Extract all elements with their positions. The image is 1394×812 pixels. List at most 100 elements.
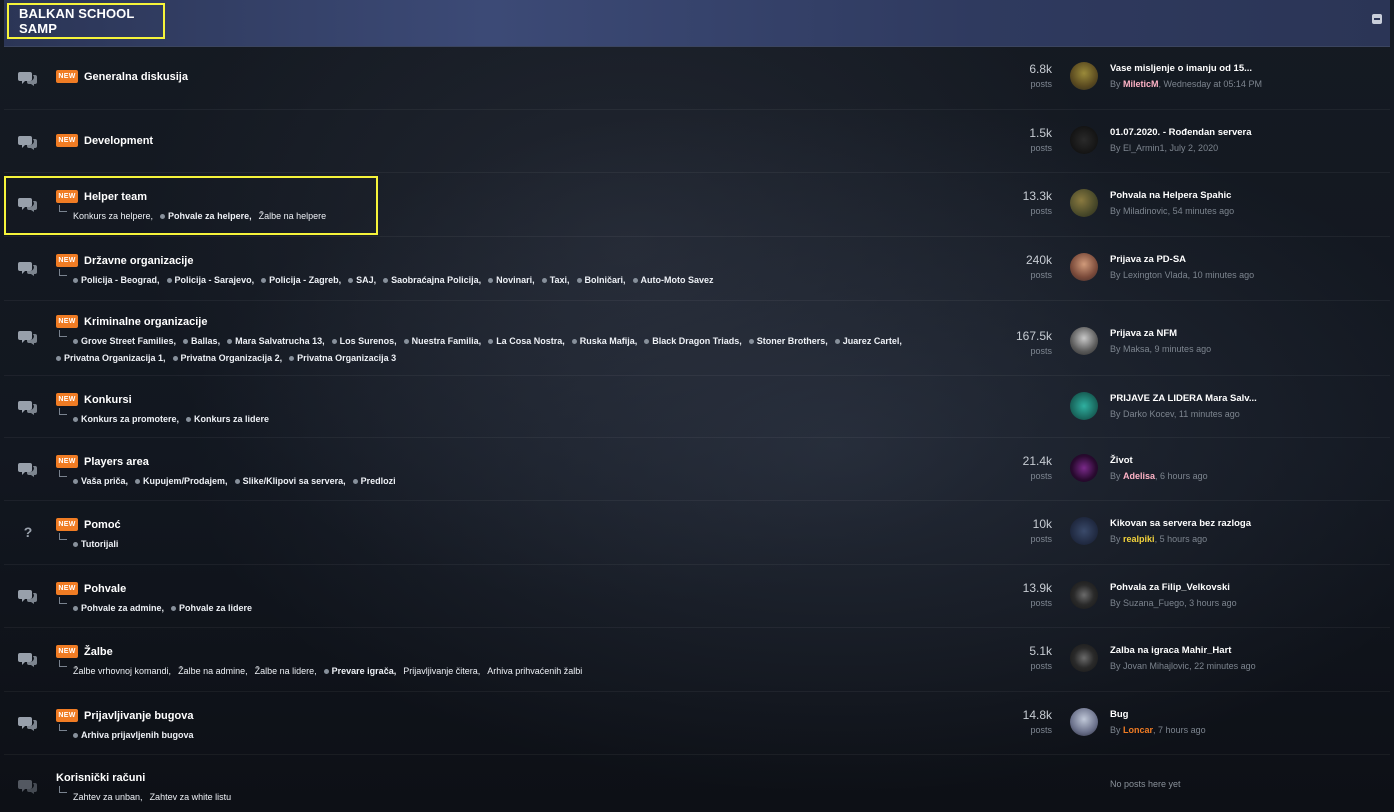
subforum-link[interactable]: Privatna Organizacija 3 bbox=[289, 350, 396, 367]
last-post-title[interactable]: PRIJAVE ZA LIDERA Mara Salv... bbox=[1110, 393, 1370, 404]
subforum-link[interactable]: Policija - Zagreb, bbox=[261, 272, 341, 289]
username-link[interactable]: MileticM bbox=[1123, 79, 1159, 89]
username-link[interactable]: Miladinovic bbox=[1123, 206, 1168, 216]
subforum-link[interactable]: Prijavljivanje čitera, bbox=[403, 663, 480, 680]
avatar[interactable] bbox=[1070, 517, 1098, 545]
forum-row[interactable]: NEW Development 1.5k posts 01.07.2020. - Rođ… bbox=[4, 109, 1390, 172]
subforum-link[interactable]: Taxi, bbox=[541, 272, 570, 289]
subforum-link[interactable]: Mara Salvatrucha 13, bbox=[227, 333, 325, 350]
subforum-link[interactable]: Žalbe na lidere, bbox=[255, 663, 317, 680]
subforum-link[interactable]: Vaša priča, bbox=[73, 473, 128, 490]
subforum-link[interactable]: Žalbe na helpere bbox=[259, 208, 327, 225]
forum-title[interactable]: Generalna diskusija bbox=[84, 71, 188, 83]
subforum-link[interactable]: Žalbe na admine, bbox=[178, 663, 248, 680]
subforum-link[interactable]: Policija - Sarajevo, bbox=[166, 272, 254, 289]
avatar[interactable] bbox=[1070, 392, 1098, 420]
subforum-link[interactable]: Black Dragon Triads, bbox=[644, 333, 742, 350]
avatar[interactable] bbox=[1070, 189, 1098, 217]
last-post-title[interactable]: Život bbox=[1110, 455, 1370, 466]
forum-row[interactable]: NEW Kriminalne organizacije Grove Street F… bbox=[4, 300, 1390, 375]
forum-title[interactable]: Korisnički računi bbox=[56, 772, 145, 784]
forum-title[interactable]: Državne organizacije bbox=[84, 255, 193, 267]
username-link[interactable]: Jovan Mihajlovic bbox=[1123, 661, 1189, 671]
username-link[interactable]: Adelisa bbox=[1123, 471, 1155, 481]
subforum-link[interactable]: Arhiva prijavljenih bugova bbox=[73, 727, 194, 744]
last-post-title[interactable]: Prijava za NFM bbox=[1110, 328, 1370, 339]
forum-row[interactable]: NEW Žalbe Žalbe vrhovnoj komandi, Žalbe na … bbox=[4, 627, 1390, 691]
last-post-title[interactable]: Pohvala na Helpera Spahic bbox=[1110, 190, 1370, 201]
username-link[interactable]: realpiki bbox=[1123, 534, 1155, 544]
forum-row[interactable]: ? NEW Pomoć Tutorijali 10k posts Kikovan sa se… bbox=[4, 500, 1390, 564]
subforum-link[interactable]: Zahtev za unban, bbox=[73, 789, 143, 806]
last-post-title[interactable]: Prijava za PD-SA bbox=[1110, 254, 1370, 265]
avatar[interactable] bbox=[1070, 327, 1098, 355]
username-link[interactable]: Lexington Vlada bbox=[1123, 270, 1188, 280]
forum-row[interactable]: NEW Helper team Konkurs za helpere, Pohvale… bbox=[4, 172, 1390, 236]
avatar[interactable] bbox=[1070, 126, 1098, 154]
forum-title[interactable]: Pohvale bbox=[84, 583, 126, 595]
subforum-link[interactable]: Policija - Beograd, bbox=[73, 272, 160, 289]
subforum-link[interactable]: Pohvale za helpere, bbox=[160, 208, 252, 225]
forum-title[interactable]: Kriminalne organizacije bbox=[84, 316, 207, 328]
subforum-link[interactable]: Pohvale za admine, bbox=[73, 600, 164, 617]
last-post-title[interactable]: Zalba na igraca Mahir_Hart bbox=[1110, 645, 1370, 656]
subforum-link[interactable]: Grove Street Families, bbox=[73, 333, 176, 350]
subforum-link[interactable]: Auto-Moto Savez bbox=[632, 272, 714, 289]
forum-row[interactable]: NEW Players area Vaša priča, Kupujem/Prodaj… bbox=[4, 437, 1390, 500]
subforum-link[interactable]: Konkurs za promotere, bbox=[73, 411, 179, 428]
subforum-link[interactable]: Tutorijali bbox=[73, 536, 118, 553]
subforum-link[interactable]: Žalbe vrhovnoj komandi, bbox=[73, 663, 171, 680]
subforum-link[interactable]: Konkurs za helpere, bbox=[73, 208, 153, 225]
subforum-link[interactable]: Prevare igrača, bbox=[323, 663, 396, 680]
forum-title[interactable]: Žalbe bbox=[84, 646, 113, 658]
forum-title[interactable]: Players area bbox=[84, 456, 149, 468]
subforum-link[interactable]: Konkurs za lidere bbox=[186, 411, 269, 428]
subforum-link[interactable]: Privatna Organizacija 1, bbox=[56, 350, 166, 367]
forum-title[interactable]: Konkursi bbox=[84, 394, 132, 406]
forum-title[interactable]: Helper team bbox=[84, 191, 147, 203]
subforum-link[interactable]: La Cosa Nostra, bbox=[488, 333, 565, 350]
forum-title[interactable]: Development bbox=[84, 135, 153, 147]
collapse-icon[interactable] bbox=[1372, 14, 1382, 24]
last-post-title[interactable]: Bug bbox=[1110, 709, 1370, 720]
subforum-link[interactable]: Zahtev za white listu bbox=[150, 789, 232, 806]
username-link[interactable]: Suzana_Fuego bbox=[1123, 598, 1184, 608]
subforum-link[interactable]: Ruska Mafija, bbox=[571, 333, 637, 350]
avatar[interactable] bbox=[1070, 708, 1098, 736]
subforum-link[interactable]: Saobraćajna Policija, bbox=[383, 272, 481, 289]
forum-title[interactable]: Pomoć bbox=[84, 519, 121, 531]
forum-row[interactable]: NEW Državne organizacije Policija - Beogra… bbox=[4, 236, 1390, 300]
subforum-link[interactable]: Slike/Klipovi sa servera, bbox=[234, 473, 346, 490]
forum-row[interactable]: NEW Pohvale Pohvale za admine, Pohvale za l… bbox=[4, 564, 1390, 627]
username-link[interactable]: Maksa bbox=[1123, 344, 1150, 354]
last-post-title[interactable]: Kikovan sa servera bez razloga bbox=[1110, 518, 1370, 529]
username-link[interactable]: Loncar bbox=[1123, 725, 1153, 735]
forum-row[interactable]: NEW Konkursi Konkurs za promotere, Konkurs … bbox=[4, 375, 1390, 437]
last-post-title[interactable]: Vase misljenje o imanju od 15... bbox=[1110, 63, 1370, 74]
subforum-link[interactable]: Los Surenos, bbox=[331, 333, 397, 350]
forum-title[interactable]: Prijavljivanje bugova bbox=[84, 710, 193, 722]
avatar[interactable] bbox=[1070, 581, 1098, 609]
subforum-link[interactable]: Ballas, bbox=[183, 333, 220, 350]
subforum-link[interactable]: Kupujem/Prodajem, bbox=[135, 473, 228, 490]
avatar[interactable] bbox=[1070, 62, 1098, 90]
subforum-link[interactable]: Novinari, bbox=[488, 272, 535, 289]
subforum-link[interactable]: Predlozi bbox=[352, 473, 396, 490]
subforum-link[interactable]: Arhiva prihvaćenih žalbi bbox=[487, 663, 582, 680]
subforum-link[interactable]: Juarez Cartel, bbox=[834, 333, 902, 350]
subforum-link[interactable]: Privatna Organizacija 2, bbox=[172, 350, 282, 367]
forum-row[interactable]: NEW Generalna diskusija 6.8k posts Vase misl… bbox=[4, 46, 1390, 109]
subforum-link[interactable]: Stoner Brothers, bbox=[748, 333, 828, 350]
last-post-title[interactable]: Pohvala za Filip_Velkovski bbox=[1110, 582, 1370, 593]
category-title[interactable]: BALKAN SCHOOL SAMP bbox=[19, 6, 163, 36]
username-link[interactable]: El_Armin1 bbox=[1123, 143, 1165, 153]
subforum-link[interactable]: SAJ, bbox=[348, 272, 376, 289]
avatar[interactable] bbox=[1070, 644, 1098, 672]
username-link[interactable]: Darko Kocev bbox=[1123, 409, 1174, 419]
subforum-link[interactable]: Bolničari, bbox=[576, 272, 626, 289]
subforum-link[interactable]: Nuestra Familia, bbox=[403, 333, 481, 350]
forum-row[interactable]: NEW Prijavljivanje bugova Arhiva prijavlje… bbox=[4, 691, 1390, 754]
last-post-title[interactable]: 01.07.2020. - Rođendan servera bbox=[1110, 127, 1370, 138]
subforum-link[interactable]: Pohvale za lidere bbox=[171, 600, 252, 617]
forum-row[interactable]: Korisnički računi Zahtev za unban, Zahtev … bbox=[4, 754, 1390, 812]
